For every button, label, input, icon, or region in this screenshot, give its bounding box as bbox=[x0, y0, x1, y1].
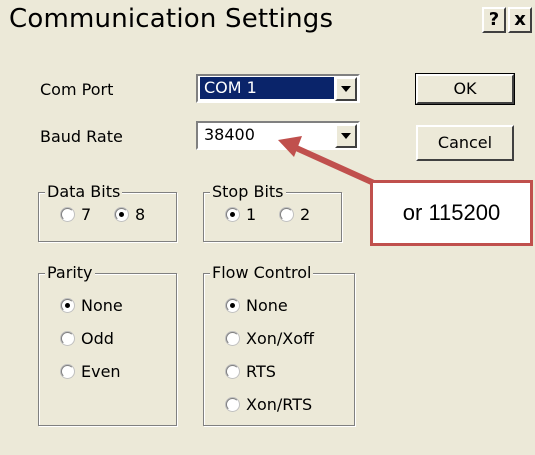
annotation-callout: or 115200 bbox=[370, 180, 533, 246]
